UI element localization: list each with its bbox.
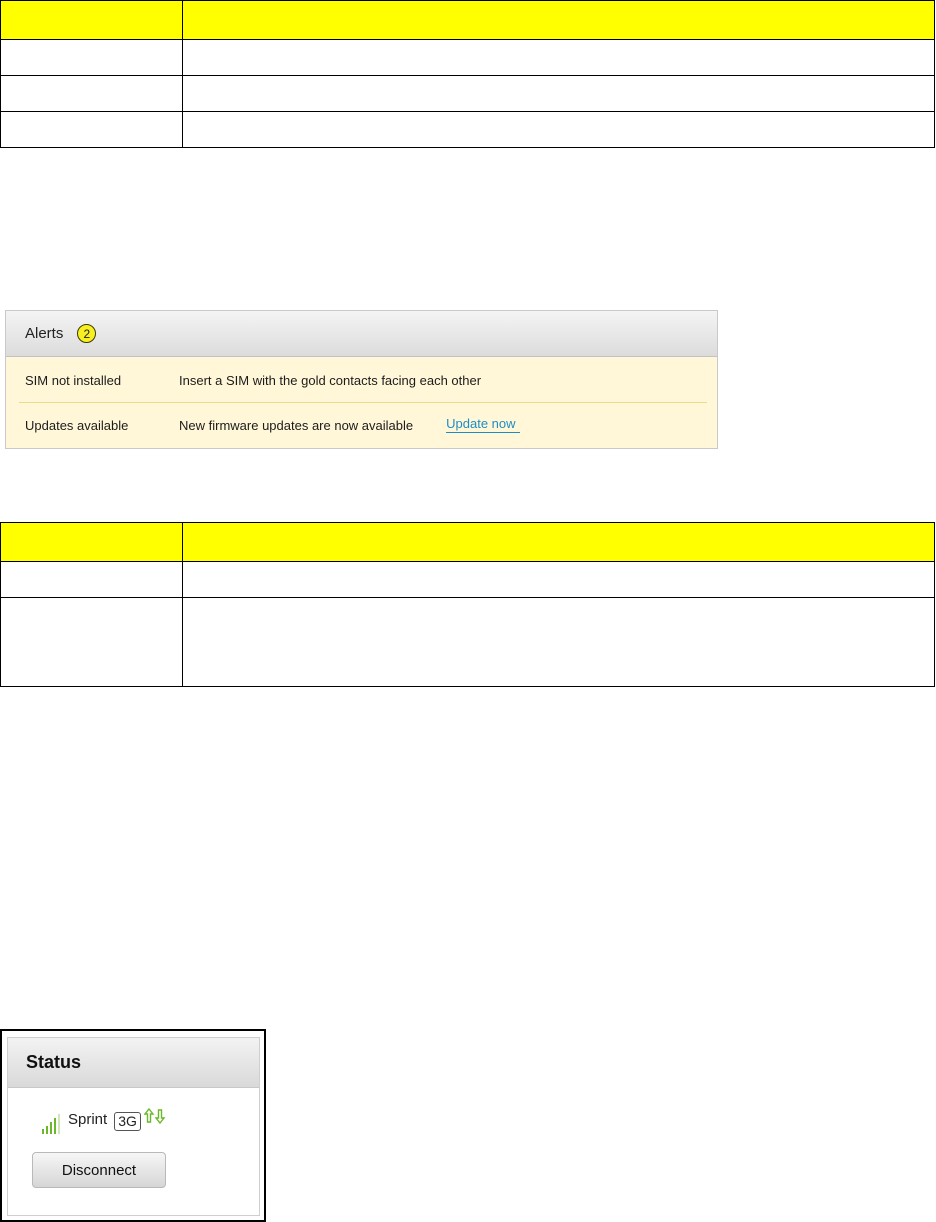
table-cell <box>0 111 183 148</box>
reference-table-1 <box>0 0 935 148</box>
table-cell <box>0 39 183 76</box>
table-cell <box>0 561 183 598</box>
data-up-down-arrows-icon <box>143 1107 166 1129</box>
alert-message: Insert a SIM with the gold contacts faci… <box>179 372 482 388</box>
table-row <box>0 39 935 76</box>
status-panel: Status Sprint 3G Disconnect <box>7 1037 260 1216</box>
alert-name: SIM not installed <box>25 372 122 388</box>
table-row <box>0 111 935 148</box>
status-header: Status <box>8 1038 259 1088</box>
table-row <box>0 597 935 687</box>
table-cell <box>182 39 935 76</box>
update-now-link[interactable]: Update now <box>446 417 520 433</box>
table-header-cell <box>0 522 183 562</box>
alerts-count-badge: 2 <box>77 324 97 343</box>
signal-bars-icon <box>42 1112 60 1134</box>
table-cell <box>182 597 935 687</box>
table-header-cell <box>0 0 183 40</box>
table-cell <box>0 597 183 687</box>
table-row <box>0 75 935 112</box>
reference-table-2 <box>0 522 935 687</box>
alert-item: SIM not installed Insert a SIM with the … <box>19 358 707 403</box>
table-header-cell <box>182 522 935 562</box>
alert-item: Updates available New firmware updates a… <box>19 403 707 447</box>
table-header-row <box>0 522 935 562</box>
table-cell <box>182 111 935 148</box>
table-cell <box>182 561 935 598</box>
table-header-cell <box>182 0 935 40</box>
alert-message: New firmware updates are now available <box>179 417 414 433</box>
alert-name: Updates available <box>25 417 129 433</box>
network-type-badge: 3G <box>114 1112 141 1131</box>
carrier-name: Sprint <box>68 1111 108 1128</box>
table-cell <box>182 75 935 112</box>
table-row <box>0 561 935 598</box>
table-header-row <box>0 0 935 40</box>
connection-status-line: Sprint 3G <box>42 1107 166 1134</box>
alerts-title: Alerts <box>25 325 64 342</box>
disconnect-button[interactable]: Disconnect <box>32 1152 166 1188</box>
status-figure-frame: Status Sprint 3G Disconnect <box>0 1029 266 1222</box>
alerts-header: Alerts 2 <box>6 311 717 357</box>
status-title: Status <box>26 1052 82 1072</box>
alerts-panel: Alerts 2 SIM not installed Insert a SIM … <box>5 310 718 449</box>
table-cell <box>0 75 183 112</box>
